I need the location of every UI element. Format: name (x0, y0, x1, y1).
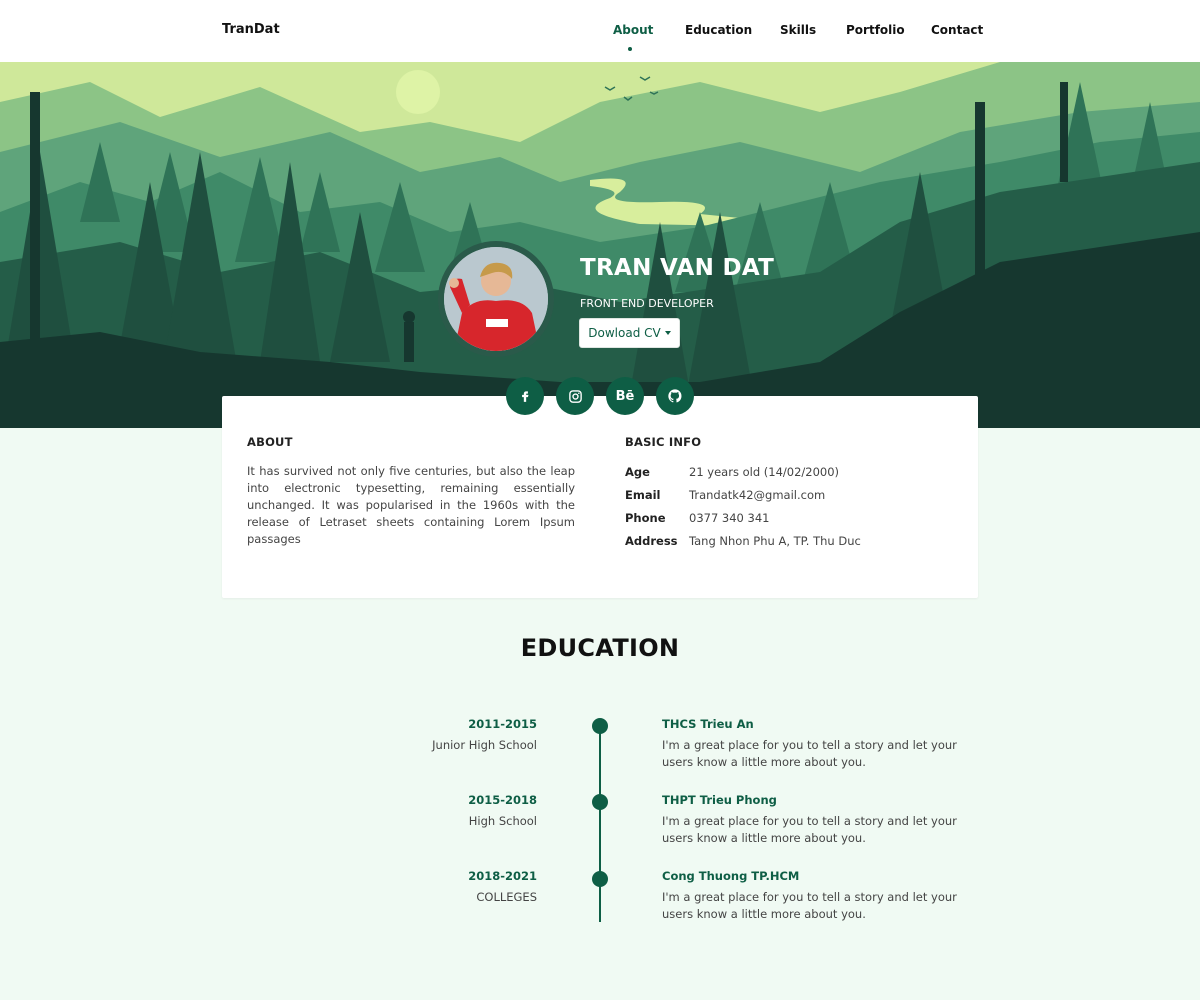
nav-link-portfolio[interactable]: Portfolio (846, 23, 905, 37)
profile-photo (444, 247, 548, 351)
instagram-icon[interactable] (556, 377, 594, 415)
basic-info-title: BASIC INFO (625, 435, 702, 449)
info-value: 21 years old (14/02/2000) (689, 465, 840, 479)
caret-down-icon (664, 331, 671, 335)
info-value: 0377 340 341 (689, 511, 770, 525)
nav-links: About Education Skills Portfolio Contact (0, 0, 1200, 62)
edu-years: 2015-2018 (468, 793, 537, 807)
edu-years: 2018-2021 (468, 869, 537, 883)
info-label: Email (625, 488, 661, 502)
info-label: Age (625, 465, 650, 479)
hero-banner (0, 62, 1200, 428)
info-card: ABOUT It has survived not only five cent… (222, 396, 978, 598)
edu-school: THCS Trieu An (662, 717, 754, 731)
info-value: Tang Nhon Phu A, TP. Thu Duc (689, 534, 861, 548)
nav-link-education[interactable]: Education (685, 23, 752, 37)
edu-school: THPT Trieu Phong (662, 793, 777, 807)
edu-level: COLLEGES (476, 890, 537, 904)
info-label: Phone (625, 511, 666, 525)
top-navbar: TranDat About Education Skills Portfolio… (0, 0, 1200, 62)
edu-desc: I'm a great place for you to tell a stor… (662, 814, 957, 845)
timeline-dot (592, 794, 608, 810)
education-title: EDUCATION (520, 634, 680, 662)
info-value[interactable]: Trandatk42@gmail.com (689, 488, 825, 502)
nav-link-contact[interactable]: Contact (931, 23, 983, 37)
active-indicator-dot (628, 47, 632, 51)
about-text: It has survived not only five centuries,… (247, 464, 575, 546)
github-icon[interactable] (656, 377, 694, 415)
edu-years: 2011-2015 (468, 717, 537, 731)
edu-school: Cong Thuong TP.HCM (662, 869, 800, 883)
download-cv-button[interactable]: Dowload CV (579, 318, 680, 348)
timeline-dot (592, 718, 608, 734)
hero-name: TRAN VAN DAT (580, 255, 775, 281)
facebook-icon[interactable] (506, 377, 544, 415)
hero-role: FRONT END DEVELOPER (580, 297, 714, 310)
social-links: Bē (506, 377, 694, 415)
profile-avatar (438, 241, 554, 357)
edu-desc: I'm a great place for you to tell a stor… (662, 890, 957, 921)
download-cv-label: Dowload CV (588, 326, 661, 340)
forest-landscape-illustration (0, 62, 1200, 428)
timeline-dot (592, 871, 608, 887)
info-label: Address (625, 534, 678, 548)
nav-link-skills[interactable]: Skills (780, 23, 816, 37)
nav-link-about[interactable]: About (613, 23, 653, 37)
about-title: ABOUT (247, 435, 293, 449)
behance-icon[interactable]: Bē (606, 377, 644, 415)
edu-level: High School (468, 814, 537, 828)
behance-glyph: Bē (615, 388, 635, 404)
edu-level: Junior High School (432, 738, 537, 752)
timeline-line (599, 726, 601, 922)
edu-desc: I'm a great place for you to tell a stor… (662, 738, 957, 769)
